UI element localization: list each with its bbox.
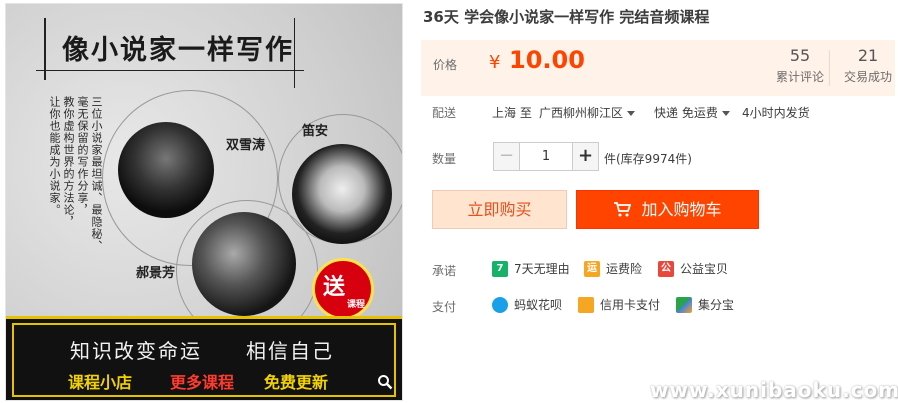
shipping-label: 配送 — [432, 106, 457, 120]
credit-card-icon — [578, 296, 594, 313]
badge-subtext: 课程 — [347, 300, 366, 310]
currency-symbol: ¥ — [489, 52, 501, 73]
author-photo-1 — [118, 122, 214, 218]
gift-badge: 送 课程 — [312, 258, 374, 320]
price-value: 10.00 — [509, 46, 585, 74]
payment-item-huabei[interactable]: 蚂蚁花呗 — [492, 296, 562, 313]
author-photo-3 — [192, 212, 296, 316]
vertical-text: 让你也能成为小说家。 — [48, 96, 61, 216]
shipping-insurance-icon: 运 — [584, 260, 600, 277]
chevron-down-icon — [721, 111, 730, 116]
banner-slogan-left: 知识改变命运 — [70, 339, 202, 363]
promise-item-charity[interactable]: 公公益宝贝 — [658, 260, 728, 277]
quantity-input[interactable]: 1 — [520, 142, 572, 171]
huabei-icon — [492, 296, 508, 313]
badge-text: 送 — [323, 275, 346, 300]
cart-icon — [613, 191, 632, 228]
reviews-label: 累计评论 — [775, 70, 824, 84]
payment-text: 信用卡支付 — [600, 298, 661, 312]
product-image[interactable]: 像小说家一样写作 三位小说家最坦诚、最隐秘、 毫无保留的写作分享， 教你虚构世界… — [5, 3, 403, 401]
frame-line — [36, 70, 304, 71]
shipping-from: 上海 至 — [492, 106, 532, 120]
reviews-stat[interactable]: 55 累计评论 — [767, 46, 833, 85]
promise-text: 运费险 — [606, 262, 643, 276]
vertical-text: 毫无保留的写作分享， — [76, 96, 89, 216]
chevron-down-icon — [627, 111, 636, 116]
stock-info: 件(库存9974件) — [604, 152, 692, 166]
author-name: 郝景芳 — [136, 266, 176, 281]
banner-slogan-right: 相信自己 — [246, 339, 334, 363]
jifenbao-icon — [676, 296, 692, 313]
increase-button[interactable]: + — [572, 142, 599, 171]
author-name: 双雪涛 — [226, 138, 266, 153]
banner-item: 免费更新 — [264, 373, 329, 392]
return-icon: 7 — [492, 260, 508, 277]
promise-item-shipping-insurance[interactable]: 运运费险 — [584, 260, 642, 277]
vertical-text: 三位小说家最坦诚、最隐秘、 — [90, 96, 103, 252]
watermark: www.xunibaoku.com — [650, 378, 898, 402]
author-photo-2 — [292, 144, 392, 244]
banner-frame: 知识改变命运 相信自己 课程小店 更多课程 免费更新 — [12, 323, 396, 397]
payment-text: 集分宝 — [698, 298, 735, 312]
add-to-cart-label: 加入购物车 — [641, 200, 722, 219]
product-page: 像小说家一样写作 三位小说家最坦诚、最隐秘、 毫无保留的写作分享， 教你虚构世界… — [0, 0, 898, 403]
shipping-time: 4小时内发货 — [742, 106, 810, 120]
payment-text: 蚂蚁花呗 — [514, 298, 563, 312]
shipping-method: 快递 免运费 — [654, 106, 718, 120]
promise-text: 公益宝贝 — [680, 262, 729, 276]
deals-stat[interactable]: 21 交易成功 — [835, 46, 898, 85]
price-panel: 价格 ¥ 10.00 55 累计评论 21 交易成功 — [421, 40, 895, 96]
add-to-cart-button[interactable]: 加入购物车 — [576, 190, 759, 229]
banner-item: 更多课程 — [170, 373, 235, 392]
shipping-destination: 广西柳州柳江区 — [539, 106, 624, 120]
payment-item-jifenbao[interactable]: 集分宝 — [676, 296, 734, 313]
author-name: 笛安 — [302, 124, 329, 139]
quantity-stepper: − 1 + — [493, 142, 599, 171]
deals-label: 交易成功 — [843, 70, 892, 84]
promo-banner: 知识改变命运 相信自己 课程小店 更多课程 免费更新 — [6, 316, 402, 400]
promise-text: 7天无理由 — [514, 262, 570, 276]
shipping-destination-select[interactable]: 广西柳州柳江区 — [539, 104, 636, 121]
promise-label: 承诺 — [432, 264, 457, 278]
deals-count: 21 — [857, 46, 879, 65]
shipping-method-select[interactable]: 快递 免运费 — [654, 104, 730, 121]
banner-item: 课程小店 — [68, 373, 133, 392]
quantity-label: 数量 — [432, 152, 457, 166]
charity-icon: 公 — [658, 260, 674, 277]
price-label: 价格 — [433, 58, 458, 72]
frame-line — [294, 18, 295, 88]
reviews-count: 55 — [789, 46, 811, 65]
zoom-icon[interactable] — [374, 374, 396, 396]
product-title: 36天 学会像小说家一样写作 完结音频课程 — [423, 8, 710, 26]
payment-item-credit-card[interactable]: 信用卡支付 — [578, 296, 660, 313]
promise-item-return[interactable]: 7 7天无理由 — [492, 260, 570, 277]
vertical-text: 教你虚构世界的方法论， — [62, 96, 75, 228]
decrease-button[interactable]: − — [493, 142, 520, 171]
buy-now-button[interactable]: 立即购买 — [432, 190, 567, 229]
payment-label: 支付 — [432, 300, 457, 314]
image-title: 像小说家一样写作 — [62, 35, 294, 66]
